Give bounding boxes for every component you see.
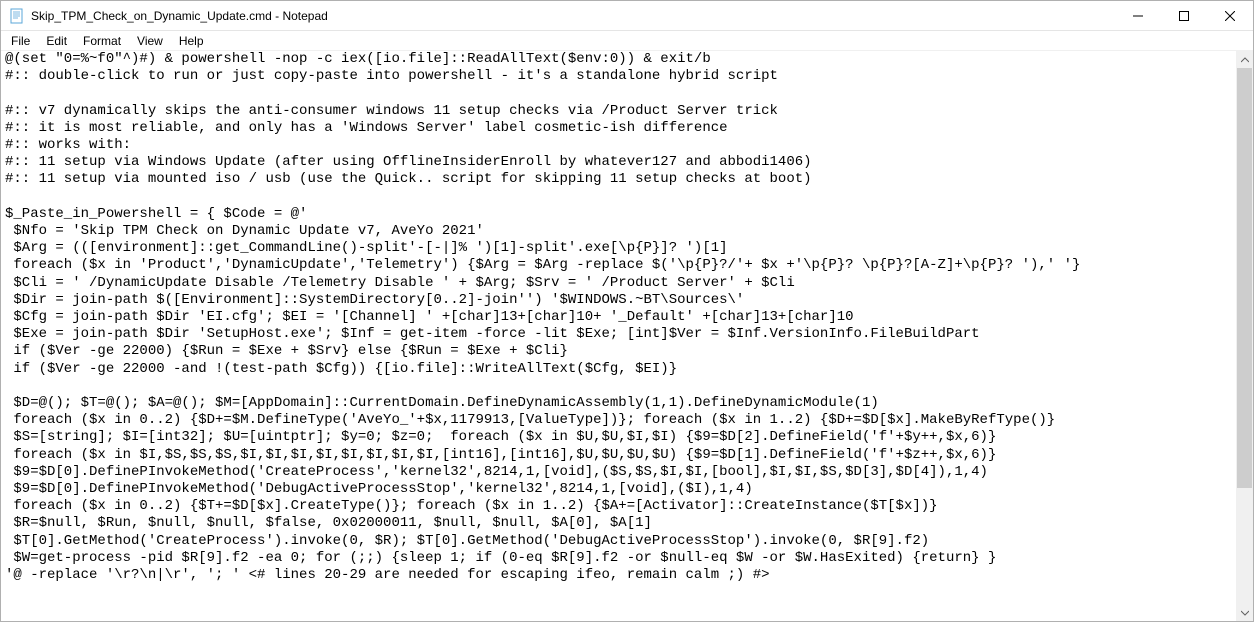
menu-view[interactable]: View <box>129 32 171 50</box>
menu-format[interactable]: Format <box>75 32 129 50</box>
menu-file[interactable]: File <box>3 32 38 50</box>
close-button[interactable] <box>1207 1 1253 30</box>
window-controls <box>1115 1 1253 30</box>
menubar: File Edit Format View Help <box>1 31 1253 51</box>
editor-area: @(set "0=%~f0"^)#) & powershell -nop -c … <box>1 51 1253 621</box>
scroll-thumb[interactable] <box>1237 68 1252 488</box>
text-editor[interactable]: @(set "0=%~f0"^)#) & powershell -nop -c … <box>1 51 1236 621</box>
minimize-button[interactable] <box>1115 1 1161 30</box>
menu-edit[interactable]: Edit <box>38 32 75 50</box>
menu-help[interactable]: Help <box>171 32 212 50</box>
scroll-up-icon[interactable] <box>1236 51 1253 68</box>
notepad-icon <box>9 8 25 24</box>
vertical-scrollbar[interactable] <box>1236 51 1253 621</box>
scroll-down-icon[interactable] <box>1236 604 1253 621</box>
titlebar: Skip_TPM_Check_on_Dynamic_Update.cmd - N… <box>1 1 1253 31</box>
window-title: Skip_TPM_Check_on_Dynamic_Update.cmd - N… <box>31 9 1115 23</box>
maximize-button[interactable] <box>1161 1 1207 30</box>
